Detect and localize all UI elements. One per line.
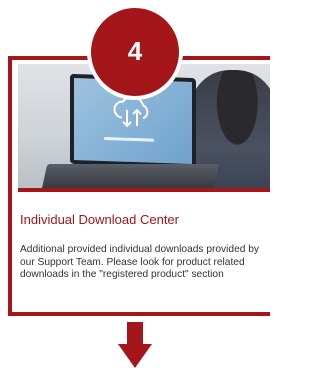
card-description: Additional provided individual downloads… [20,244,259,281]
down-arrow-icon [118,322,152,368]
card-title[interactable]: Individual Download Center [20,212,179,227]
hero-divider [18,188,270,192]
progress-bar [104,136,154,142]
cloud-download-icon [113,95,149,128]
step-badge: 4 [87,4,183,100]
step-number: 4 [127,35,143,66]
